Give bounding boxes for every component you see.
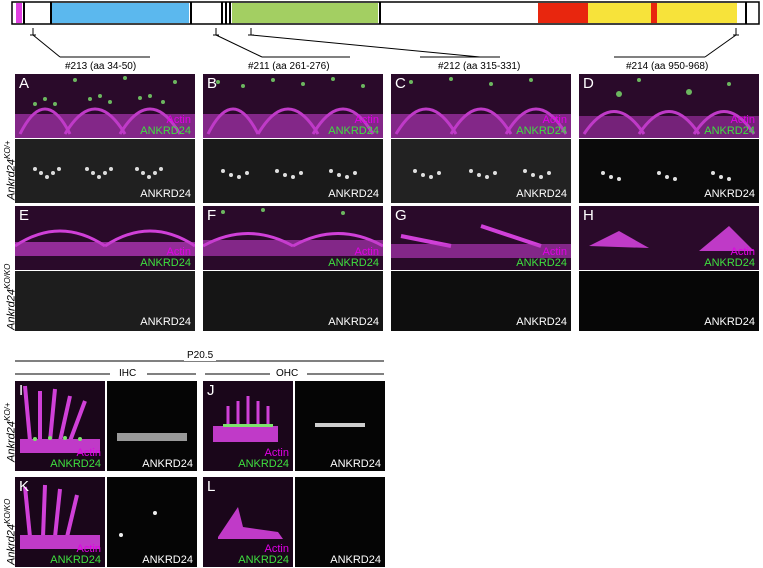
ankrd24-label-j: ANKRD24 <box>238 458 289 470</box>
ohc-label: OHC <box>276 368 299 379</box>
panel-h-gray: ANKRD24 <box>579 271 759 331</box>
ankrd24-label-k: ANKRD24 <box>50 554 101 566</box>
panel-letter-a: A <box>19 75 30 92</box>
age-label: P20.5 <box>184 350 217 361</box>
panel-letter-k: K <box>19 478 30 495</box>
peptide-label-213: #213 (aa 34-50) <box>65 61 137 72</box>
ankrd24-gray-label-f: ANKRD24 <box>328 316 379 328</box>
ankrd24-label-f: ANKRD24 <box>328 257 379 269</box>
panel-b-merge: B Actin ANKRD24 <box>203 74 383 138</box>
panel-e-gray: ANKRD24 <box>15 271 195 331</box>
ankrd24-gray-label-a: ANKRD24 <box>140 188 191 200</box>
panel-g-merge: G Actin ANKRD24 <box>391 206 571 270</box>
ankrd24-label-h: ANKRD24 <box>704 257 755 269</box>
peptide-markers <box>30 28 739 58</box>
panel-f-gray: ANKRD24 <box>203 271 383 331</box>
ankrd24-label-c: ANKRD24 <box>516 125 567 137</box>
ankrd24-label-g: ANKRD24 <box>516 257 567 269</box>
ankrd24-gray-label-k: ANKRD24 <box>142 554 193 566</box>
ankrd24-label-b: ANKRD24 <box>328 125 379 137</box>
ankrd24-gray-label-e: ANKRD24 <box>140 316 191 328</box>
domain-red <box>538 3 588 23</box>
ankrd24-gray-label-d: ANKRD24 <box>704 188 755 200</box>
panel-c-gray: ANKRD24 <box>391 139 571 203</box>
panel-j-gray: ANKRD24 <box>295 381 385 471</box>
panel-l-gray: ANKRD24 <box>295 477 385 567</box>
panel-h-merge: H Actin ANKRD24 <box>579 206 759 270</box>
peptide-label-212: #212 (aa 315-331) <box>438 61 521 72</box>
ankrd24-gray-label-l: ANKRD24 <box>330 554 381 566</box>
panel-letter-b: B <box>207 75 218 92</box>
panel-j-merge: J Actin ANKRD24 <box>203 381 293 471</box>
ankrd24-label-a: ANKRD24 <box>140 125 191 137</box>
ankrd24-label-d: ANKRD24 <box>704 125 755 137</box>
panel-letter-i: I <box>19 382 24 399</box>
domain-green <box>232 3 378 23</box>
panel-a-gray: ANKRD24 <box>15 139 195 203</box>
panel-letter-h: H <box>583 207 594 224</box>
panel-letter-l: L <box>207 478 216 495</box>
ankrd24-label-i: ANKRD24 <box>50 458 101 470</box>
panel-letter-f: F <box>207 207 217 224</box>
peptide-label-214: #214 (aa 950-968) <box>626 61 709 72</box>
panel-d-gray: ANKRD24 <box>579 139 759 203</box>
ankrd24-gray-label-b: ANKRD24 <box>328 188 379 200</box>
panel-c-merge: C Actin ANKRD24 <box>391 74 571 138</box>
panel-a-merge: A Actin ANKRD24 <box>15 74 195 138</box>
ankrd24-gray-label-g: ANKRD24 <box>516 316 567 328</box>
panel-e-merge: E Actin ANKRD24 <box>15 206 195 270</box>
panel-i-merge: I Actin ANKRD24 <box>15 381 105 471</box>
panel-letter-c: C <box>395 75 406 92</box>
domain-blue <box>52 3 189 23</box>
panel-g-gray: ANKRD24 <box>391 271 571 331</box>
ankrd24-gray-label-i: ANKRD24 <box>142 458 193 470</box>
panel-i-gray: ANKRD24 <box>107 381 197 471</box>
panel-f-merge: F Actin ANKRD24 <box>203 206 383 270</box>
panel-letter-e: E <box>19 207 30 224</box>
panel-letter-d: D <box>583 75 594 92</box>
ankrd24-gray-label-j: ANKRD24 <box>330 458 381 470</box>
panel-d-merge: D Actin ANKRD24 <box>579 74 759 138</box>
panel-b-gray: ANKRD24 <box>203 139 383 203</box>
panel-letter-j: J <box>207 382 215 399</box>
ankrd24-label-l: ANKRD24 <box>238 554 289 566</box>
panel-letter-g: G <box>395 207 407 224</box>
ihc-label: IHC <box>119 368 137 379</box>
domain-red-2 <box>651 3 657 23</box>
panel-l-merge: L Actin ANKRD24 <box>203 477 293 567</box>
peptide-label-211: #211 (aa 261-276) <box>248 61 330 72</box>
domain-magenta <box>16 3 22 23</box>
panel-k-gray: ANKRD24 <box>107 477 197 567</box>
panel-k-merge: K Actin ANKRD24 <box>15 477 105 567</box>
ankrd24-gray-label-c: ANKRD24 <box>516 188 567 200</box>
ankrd24-gray-label-h: ANKRD24 <box>704 316 755 328</box>
domain-yellow-1 <box>588 3 651 23</box>
domain-yellow-2 <box>657 3 737 23</box>
ankrd24-label-e: ANKRD24 <box>140 257 191 269</box>
